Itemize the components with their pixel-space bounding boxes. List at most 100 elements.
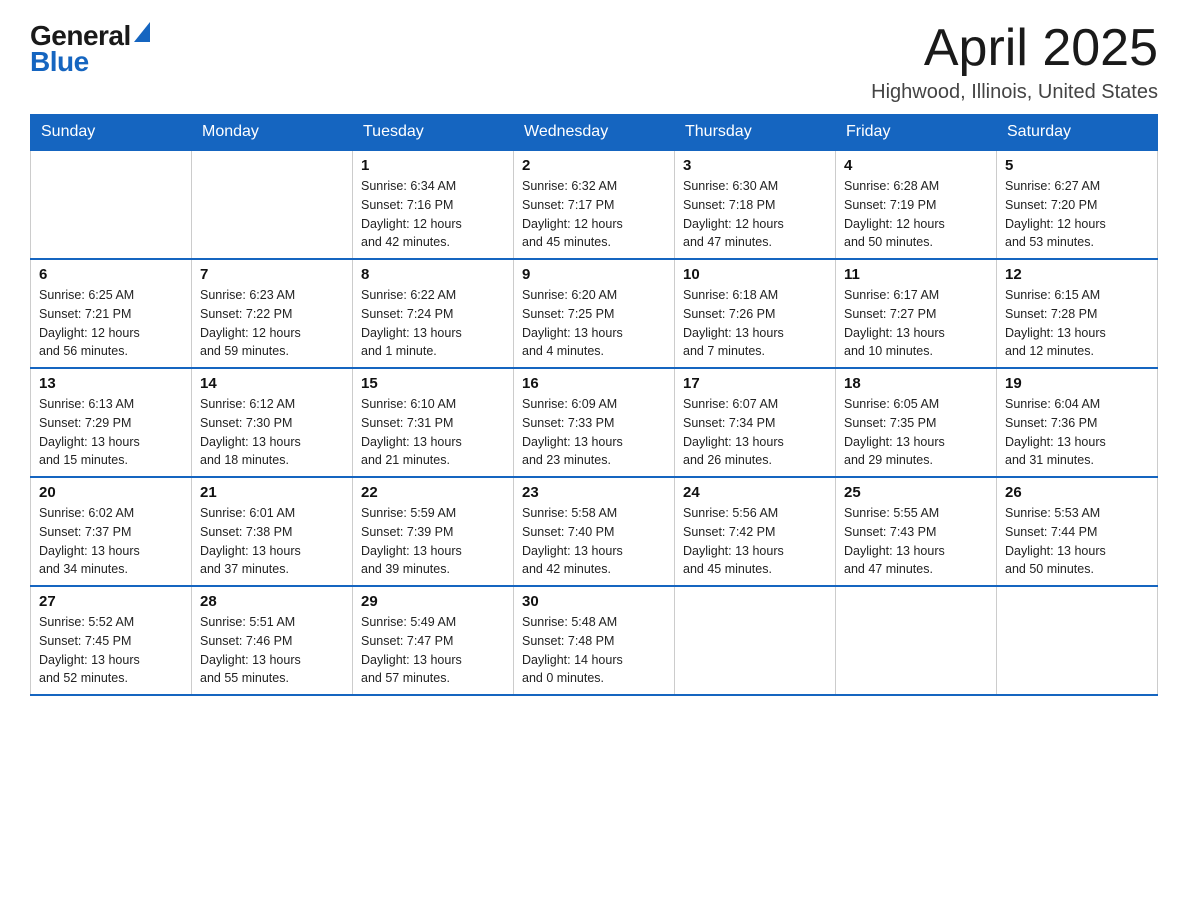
calendar-week-row: 6Sunrise: 6:25 AMSunset: 7:21 PMDaylight… — [31, 259, 1158, 368]
calendar-cell: 21 Sunrise: 6:01 AMSunset: 7:38 PMDayligh… — [192, 477, 353, 586]
day-number: 25 — [844, 484, 988, 501]
calendar-cell: 25 Sunrise: 5:55 AMSunset: 7:43 PMDayligh… — [836, 477, 997, 586]
day-info: Sunrise: 6:13 AMSunset: 7:29 PMDaylight:… — [39, 395, 183, 470]
weekday-header-tuesday: Tuesday — [353, 115, 514, 151]
calendar-cell: 22 Sunrise: 5:59 AMSunset: 7:39 PMDayligh… — [353, 477, 514, 586]
day-info: Sunrise: 6:20 AMSunset: 7:25 PMDaylight:… — [522, 286, 666, 361]
day-number: 24 — [683, 484, 827, 501]
day-info: Sunrise: 6:02 AMSunset: 7:37 PMDaylight:… — [39, 504, 183, 579]
calendar-cell: 20 Sunrise: 6:02 AMSunset: 7:37 PMDayligh… — [31, 477, 192, 586]
calendar-week-row: 13 Sunrise: 6:13 AMSunset: 7:29 PMDayligh… — [31, 368, 1158, 477]
calendar-cell: 18 Sunrise: 6:05 AMSunset: 7:35 PMDayligh… — [836, 368, 997, 477]
calendar-cell: 9 Sunrise: 6:20 AMSunset: 7:25 PMDaylight… — [514, 259, 675, 368]
day-number: 15 — [361, 375, 505, 392]
calendar-cell: 5 Sunrise: 6:27 AMSunset: 7:20 PMDaylight… — [997, 150, 1158, 259]
page-header: General Blue April 2025 Highwood, Illino… — [30, 20, 1158, 104]
day-number: 3 — [683, 157, 827, 174]
day-number: 13 — [39, 375, 183, 392]
logo-blue-text: Blue — [30, 46, 89, 78]
day-number: 22 — [361, 484, 505, 501]
weekday-header-sunday: Sunday — [31, 115, 192, 151]
day-info: Sunrise: 5:53 AMSunset: 7:44 PMDaylight:… — [1005, 504, 1149, 579]
day-number: 20 — [39, 484, 183, 501]
day-number: 21 — [200, 484, 344, 501]
weekday-header-friday: Friday — [836, 115, 997, 151]
day-info: Sunrise: 6:32 AMSunset: 7:17 PMDaylight:… — [522, 177, 666, 252]
day-info: Sunrise: 5:55 AMSunset: 7:43 PMDaylight:… — [844, 504, 988, 579]
day-number: 29 — [361, 593, 505, 610]
calendar-cell: 16 Sunrise: 6:09 AMSunset: 7:33 PMDayligh… — [514, 368, 675, 477]
logo-triangle-icon — [134, 22, 150, 42]
calendar-cell — [675, 586, 836, 695]
day-info: Sunrise: 5:58 AMSunset: 7:40 PMDaylight:… — [522, 504, 666, 579]
day-info: Sunrise: 6:09 AMSunset: 7:33 PMDaylight:… — [522, 395, 666, 470]
day-info: Sunrise: 6:17 AMSunset: 7:27 PMDaylight:… — [844, 286, 988, 361]
calendar-cell: 26 Sunrise: 5:53 AMSunset: 7:44 PMDayligh… — [997, 477, 1158, 586]
day-number: 6 — [39, 266, 183, 283]
calendar-cell: 11 Sunrise: 6:17 AMSunset: 7:27 PMDayligh… — [836, 259, 997, 368]
day-info: Sunrise: 6:18 AMSunset: 7:26 PMDaylight:… — [683, 286, 827, 361]
day-number: 14 — [200, 375, 344, 392]
day-number: 5 — [1005, 157, 1149, 174]
day-info: Sunrise: 5:51 AMSunset: 7:46 PMDaylight:… — [200, 613, 344, 688]
day-info: Sunrise: 6:04 AMSunset: 7:36 PMDaylight:… — [1005, 395, 1149, 470]
calendar-cell — [836, 586, 997, 695]
title-area: April 2025 Highwood, Illinois, United St… — [871, 20, 1158, 104]
weekday-header-row: SundayMondayTuesdayWednesdayThursdayFrid… — [31, 115, 1158, 151]
calendar-cell: 12 Sunrise: 6:15 AMSunset: 7:28 PMDayligh… — [997, 259, 1158, 368]
day-info: Sunrise: 6:05 AMSunset: 7:35 PMDaylight:… — [844, 395, 988, 470]
day-number: 2 — [522, 157, 666, 174]
day-info: Sunrise: 6:15 AMSunset: 7:28 PMDaylight:… — [1005, 286, 1149, 361]
day-number: 28 — [200, 593, 344, 610]
day-number: 16 — [522, 375, 666, 392]
calendar-cell: 28 Sunrise: 5:51 AMSunset: 7:46 PMDayligh… — [192, 586, 353, 695]
day-info: Sunrise: 6:07 AMSunset: 7:34 PMDaylight:… — [683, 395, 827, 470]
weekday-header-thursday: Thursday — [675, 115, 836, 151]
day-number: 18 — [844, 375, 988, 392]
calendar-cell: 2 Sunrise: 6:32 AMSunset: 7:17 PMDaylight… — [514, 150, 675, 259]
calendar-cell — [31, 150, 192, 259]
calendar-table: SundayMondayTuesdayWednesdayThursdayFrid… — [30, 114, 1158, 696]
day-info: Sunrise: 5:48 AMSunset: 7:48 PMDaylight:… — [522, 613, 666, 688]
day-info: Sunrise: 5:52 AMSunset: 7:45 PMDaylight:… — [39, 613, 183, 688]
day-info: Sunrise: 6:10 AMSunset: 7:31 PMDaylight:… — [361, 395, 505, 470]
calendar-cell: 15 Sunrise: 6:10 AMSunset: 7:31 PMDayligh… — [353, 368, 514, 477]
calendar-cell: 13 Sunrise: 6:13 AMSunset: 7:29 PMDayligh… — [31, 368, 192, 477]
day-number: 11 — [844, 266, 988, 283]
day-info: Sunrise: 6:27 AMSunset: 7:20 PMDaylight:… — [1005, 177, 1149, 252]
day-info: Sunrise: 6:12 AMSunset: 7:30 PMDaylight:… — [200, 395, 344, 470]
calendar-cell: 4Sunrise: 6:28 AMSunset: 7:19 PMDaylight… — [836, 150, 997, 259]
day-info: Sunrise: 5:59 AMSunset: 7:39 PMDaylight:… — [361, 504, 505, 579]
day-number: 8 — [361, 266, 505, 283]
calendar-cell: 3 Sunrise: 6:30 AMSunset: 7:18 PMDaylight… — [675, 150, 836, 259]
calendar-cell: 6Sunrise: 6:25 AMSunset: 7:21 PMDaylight… — [31, 259, 192, 368]
calendar-cell: 1Sunrise: 6:34 AMSunset: 7:16 PMDaylight… — [353, 150, 514, 259]
calendar-cell: 29 Sunrise: 5:49 AMSunset: 7:47 PMDayligh… — [353, 586, 514, 695]
calendar-cell: 17 Sunrise: 6:07 AMSunset: 7:34 PMDayligh… — [675, 368, 836, 477]
calendar-week-row: 20 Sunrise: 6:02 AMSunset: 7:37 PMDayligh… — [31, 477, 1158, 586]
day-number: 9 — [522, 266, 666, 283]
calendar-cell — [997, 586, 1158, 695]
day-info: Sunrise: 5:49 AMSunset: 7:47 PMDaylight:… — [361, 613, 505, 688]
day-number: 30 — [522, 593, 666, 610]
day-number: 12 — [1005, 266, 1149, 283]
logo: General Blue — [30, 20, 150, 78]
calendar-cell: 10Sunrise: 6:18 AMSunset: 7:26 PMDayligh… — [675, 259, 836, 368]
day-number: 4 — [844, 157, 988, 174]
day-info: Sunrise: 6:30 AMSunset: 7:18 PMDaylight:… — [683, 177, 827, 252]
day-number: 26 — [1005, 484, 1149, 501]
day-info: Sunrise: 5:56 AMSunset: 7:42 PMDaylight:… — [683, 504, 827, 579]
calendar-cell: 30 Sunrise: 5:48 AMSunset: 7:48 PMDayligh… — [514, 586, 675, 695]
weekday-header-monday: Monday — [192, 115, 353, 151]
calendar-cell: 19 Sunrise: 6:04 AMSunset: 7:36 PMDayligh… — [997, 368, 1158, 477]
day-info: Sunrise: 6:23 AMSunset: 7:22 PMDaylight:… — [200, 286, 344, 361]
day-number: 19 — [1005, 375, 1149, 392]
day-info: Sunrise: 6:22 AMSunset: 7:24 PMDaylight:… — [361, 286, 505, 361]
day-number: 17 — [683, 375, 827, 392]
calendar-week-row: 27Sunrise: 5:52 AMSunset: 7:45 PMDayligh… — [31, 586, 1158, 695]
day-info: Sunrise: 6:01 AMSunset: 7:38 PMDaylight:… — [200, 504, 344, 579]
calendar-week-row: 1Sunrise: 6:34 AMSunset: 7:16 PMDaylight… — [31, 150, 1158, 259]
day-number: 1 — [361, 157, 505, 174]
day-number: 7 — [200, 266, 344, 283]
weekday-header-wednesday: Wednesday — [514, 115, 675, 151]
